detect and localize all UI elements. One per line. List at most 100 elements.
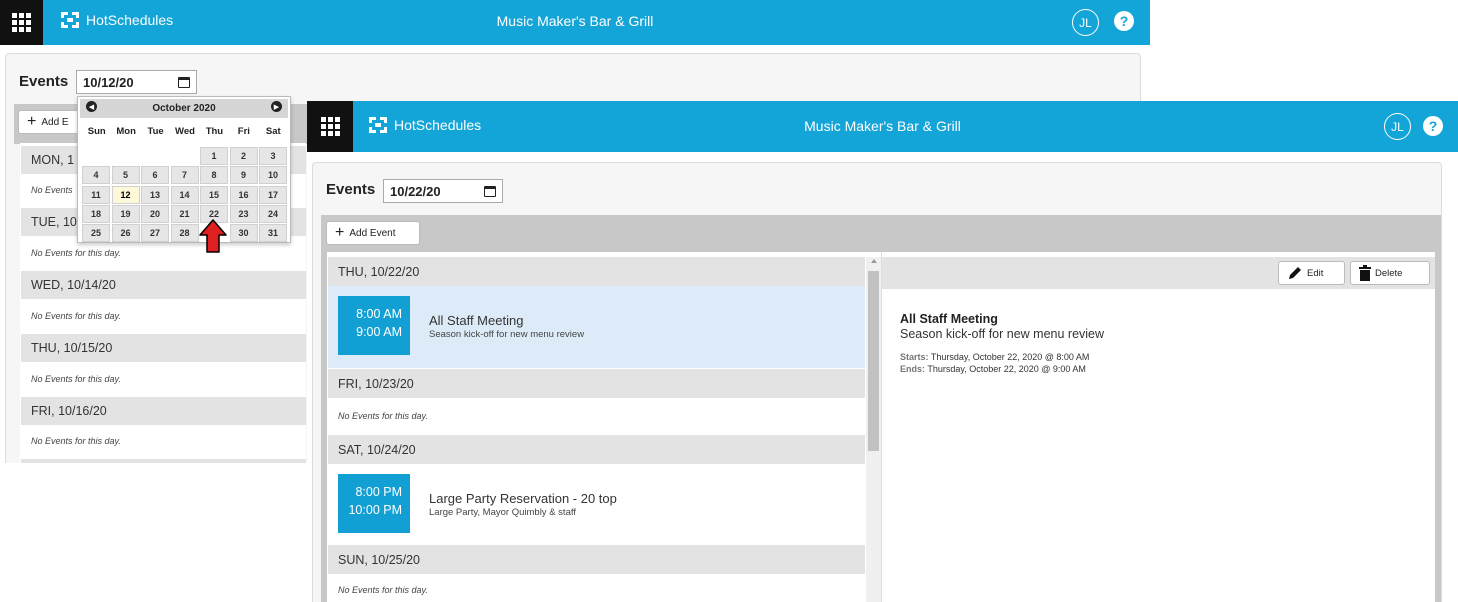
chevron-left-icon[interactable]: ◀ xyxy=(86,101,97,112)
back-no-events: No Events for this day. xyxy=(21,303,306,329)
calendar-day[interactable]: 31 xyxy=(259,224,287,243)
event-end-time: 10:00 PM xyxy=(348,503,402,517)
detail-ends: Ends: Thursday, October 22, 2020 @ 9:00 … xyxy=(900,364,1086,374)
calendar-day[interactable]: 13 xyxy=(141,185,169,204)
event-time-box: 8:00 PM 10:00 PM xyxy=(338,474,410,533)
calendar-icon[interactable] xyxy=(484,185,496,197)
calendar-day[interactable]: 26 xyxy=(111,224,140,243)
help-icon[interactable]: ? xyxy=(1114,11,1134,31)
front-event-list[interactable]: THU, 10/22/20 8:00 AM 9:00 AM All Staff … xyxy=(327,252,881,602)
calendar-empty-cell xyxy=(112,147,140,165)
calendar-icon[interactable] xyxy=(178,76,190,88)
back-day-header: THU, 10/15/20 xyxy=(21,334,306,362)
weekday-label: Mon xyxy=(116,126,136,137)
back-add-event-label: Add E xyxy=(41,116,69,128)
front-no-events: No Events for this day. xyxy=(328,578,865,602)
detail-subtitle: Season kick-off for new menu review xyxy=(900,327,1105,341)
calendar-day[interactable]: 27 xyxy=(141,224,169,243)
calendar-day[interactable]: 21 xyxy=(170,204,199,223)
date-picker-popup[interactable]: October 2020 ◀ ▶ Sun Mon Tue Wed Thu Fri Sat 1… xyxy=(77,96,291,243)
trash-icon xyxy=(1359,265,1371,281)
delete-label: Delete xyxy=(1375,267,1403,279)
back-top-bar: HotSchedules Music Maker's Bar & Grill J… xyxy=(0,0,1150,45)
calendar-day[interactable]: 25 xyxy=(82,224,110,243)
calendar-day[interactable]: 16 xyxy=(229,185,258,204)
event-detail-pane: Edit Delete All Staff Meeting Season kic… xyxy=(881,252,1435,602)
back-date-input[interactable]: 10/12/20 xyxy=(76,70,197,94)
calendar-day[interactable]: 30 xyxy=(229,224,258,243)
event-time-box: 8:00 AM 9:00 AM xyxy=(338,296,410,355)
weekday-label: Thu xyxy=(205,126,224,137)
hotschedules-logo-icon xyxy=(369,117,387,133)
weekday-label: Fri xyxy=(237,126,250,137)
event-subtitle: Season kick-off for new menu review xyxy=(429,329,585,340)
calendar-day[interactable]: 20 xyxy=(141,204,169,223)
starts-value: Thursday, October 22, 2020 @ 8:00 AM xyxy=(930,352,1090,362)
app-grid-menu-button[interactable] xyxy=(0,0,43,45)
calendar-day[interactable]: 19 xyxy=(111,204,140,223)
logo-text: HotSchedules xyxy=(86,12,174,28)
scrollbar-thumb[interactable] xyxy=(868,271,879,451)
event-row[interactable]: 8:00 PM 10:00 PM Large Party Reservation… xyxy=(328,464,865,544)
starts-label: Starts: xyxy=(900,352,929,362)
front-date-input[interactable]: 10/22/20 xyxy=(383,179,503,203)
calendar-day[interactable]: 5 xyxy=(111,166,140,185)
calendar-day[interactable]: 12 xyxy=(111,185,140,204)
help-icon[interactable]: ? xyxy=(1423,116,1443,136)
detail-starts: Starts: Thursday, October 22, 2020 @ 8:0… xyxy=(900,352,1089,362)
ends-value: Thursday, October 22, 2020 @ 9:00 AM xyxy=(927,364,1086,374)
calendar-day[interactable]: 6 xyxy=(141,166,169,185)
calendar-day[interactable]: 23 xyxy=(229,204,258,223)
calendar-day[interactable]: 17 xyxy=(259,185,287,204)
chevron-right-icon[interactable]: ▶ xyxy=(271,101,282,112)
calendar-day[interactable]: 4 xyxy=(82,166,110,185)
date-picker-header: October 2020 xyxy=(80,99,288,118)
calendar-day-grid: 1 2 3 4 5 6 7 8 9 10 11 12 13 14 15 16 17 18 19 20 21 22 23 24 2… xyxy=(82,147,288,243)
event-end-time: 9:00 AM xyxy=(356,325,402,339)
back-events-title: Events xyxy=(19,73,69,90)
detail-title: All Staff Meeting xyxy=(900,312,998,326)
calendar-day[interactable]: 24 xyxy=(259,204,287,223)
calendar-day[interactable]: 8 xyxy=(200,166,228,185)
calendar-empty-cell xyxy=(141,147,169,165)
front-app-window: HotSchedules Music Maker's Bar & Grill J… xyxy=(307,101,1458,602)
front-top-bar: HotSchedules Music Maker's Bar & Grill J… xyxy=(307,101,1458,152)
weekday-label: Sat xyxy=(265,126,281,137)
app-grid-menu-button[interactable] xyxy=(307,101,353,152)
weekday-row: Sun Mon Tue Wed Thu Fri Sat xyxy=(82,126,288,137)
calendar-day[interactable]: 14 xyxy=(170,185,199,204)
event-start-time: 8:00 PM xyxy=(355,485,402,499)
event-row-selected[interactable]: 8:00 AM 9:00 AM All Staff Meeting Season… xyxy=(328,286,865,368)
front-date-value: 10/22/20 xyxy=(390,183,441,199)
event-title: All Staff Meeting xyxy=(429,313,524,328)
delete-button[interactable]: Delete xyxy=(1350,261,1430,285)
back-no-events: No Events for this day. xyxy=(21,428,306,454)
front-add-event-button[interactable]: + Add Event xyxy=(326,221,420,245)
user-avatar[interactable]: JL xyxy=(1072,9,1099,36)
front-day-header: THU, 10/22/20 xyxy=(328,257,865,286)
calendar-day[interactable]: 11 xyxy=(82,185,110,204)
list-scrollbar[interactable] xyxy=(866,257,881,602)
red-arrow-annotation xyxy=(199,219,227,253)
logo-text: HotSchedules xyxy=(394,117,482,133)
calendar-day[interactable]: 18 xyxy=(82,204,110,223)
calendar-day[interactable]: 1 xyxy=(200,147,228,165)
back-no-events: No Events for this day. xyxy=(21,240,306,266)
calendar-day[interactable]: 9 xyxy=(229,166,258,185)
calendar-day[interactable]: 3 xyxy=(259,147,287,165)
edit-button[interactable]: Edit xyxy=(1278,261,1345,285)
plus-icon: + xyxy=(335,224,345,241)
calendar-day[interactable]: 7 xyxy=(170,166,199,185)
hotschedules-logo-icon xyxy=(61,12,79,28)
event-subtitle: Large Party, Mayor Quimbly & staff xyxy=(429,507,576,518)
grid-icon xyxy=(12,13,31,32)
back-day-header: FRI, 10/16/20 xyxy=(21,397,306,425)
hotschedules-logo[interactable]: HotSchedules xyxy=(367,115,481,135)
calendar-day[interactable]: 10 xyxy=(259,166,287,185)
calendar-day[interactable]: 28 xyxy=(170,224,199,243)
hotschedules-logo[interactable]: HotSchedules xyxy=(59,10,173,30)
user-avatar[interactable]: JL xyxy=(1384,113,1411,140)
calendar-day[interactable]: 15 xyxy=(200,185,228,204)
calendar-day[interactable]: 2 xyxy=(229,147,258,165)
scroll-up-icon[interactable] xyxy=(870,259,877,263)
